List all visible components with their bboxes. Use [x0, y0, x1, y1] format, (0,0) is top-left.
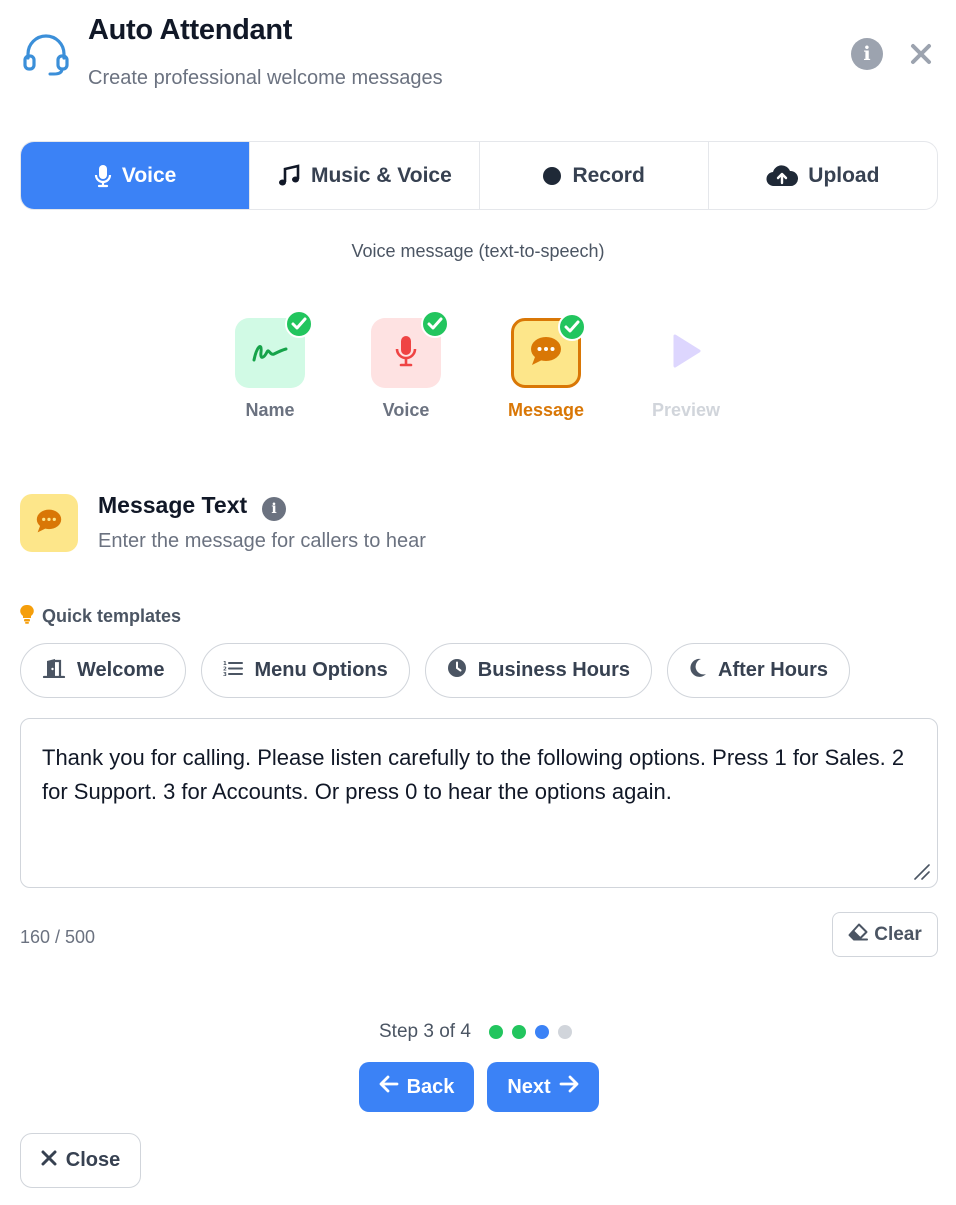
eraser-icon — [848, 923, 869, 947]
template-chips: Welcome 1 2 3 Menu Options Business Hour… — [20, 643, 851, 698]
step-message-tile — [511, 313, 586, 388]
next-label: Next — [507, 1075, 551, 1098]
signature-icon — [250, 336, 290, 371]
template-welcome-button[interactable]: Welcome — [20, 643, 187, 698]
tab-record-label: Record — [572, 163, 645, 187]
chat-bubble-icon — [529, 335, 563, 372]
template-after-hours-label: After Hours — [718, 659, 829, 681]
template-menu-options-button[interactable]: 1 2 3 Menu Options — [201, 643, 410, 698]
door-icon — [42, 658, 66, 684]
mode-tabs: Voice Music & Voice Record Upload — [20, 141, 938, 210]
message-text-input[interactable]: Thank you for calling. Please listen car… — [20, 718, 938, 888]
clock-icon — [447, 658, 467, 684]
moon-icon — [689, 658, 707, 684]
tab-record[interactable]: Record — [480, 142, 709, 209]
step-preview-label: Preview — [651, 400, 721, 420]
step-voice-label: Voice — [382, 400, 430, 420]
template-welcome-label: Welcome — [77, 659, 165, 681]
tab-upload[interactable]: Upload — [709, 142, 937, 209]
page-title: Auto Attendant — [88, 14, 293, 46]
step-name[interactable]: Name — [215, 310, 325, 421]
microphone-icon — [94, 164, 112, 188]
template-business-hours-button[interactable]: Business Hours — [424, 643, 653, 698]
step-preview-tile — [651, 318, 721, 388]
progress-dot — [557, 1025, 572, 1039]
quick-templates-label: Quick templates — [20, 604, 181, 629]
tab-music-voice[interactable]: Music & Voice — [250, 142, 480, 209]
lightbulb-icon — [20, 604, 34, 629]
mode-caption: Voice message (text-to-speech) — [351, 241, 605, 261]
tab-music-voice-label: Music & Voice — [310, 163, 452, 187]
clear-label: Clear — [874, 923, 922, 945]
record-dot-icon — [542, 166, 562, 186]
chat-bubble-icon — [35, 508, 63, 539]
step-voice[interactable]: Voice — [351, 310, 461, 421]
character-counter: 160 / 500 — [20, 927, 96, 947]
page-subtitle: Create professional welcome messages — [88, 67, 443, 89]
step-message-label: Message — [507, 400, 585, 420]
music-note-icon — [277, 163, 301, 188]
template-menu-options-label: Menu Options — [254, 659, 388, 681]
clear-button[interactable]: Clear — [832, 912, 938, 957]
headset-icon — [22, 34, 70, 78]
tab-voice-label: Voice — [121, 163, 177, 187]
resize-handle-icon[interactable] — [912, 862, 930, 880]
close-button[interactable]: Close — [20, 1133, 141, 1188]
template-business-hours-label: Business Hours — [477, 659, 631, 681]
svg-text:3: 3 — [223, 672, 227, 677]
section-icon — [20, 494, 78, 552]
back-button[interactable]: Back — [359, 1062, 474, 1112]
arrow-right-icon — [559, 1075, 579, 1099]
step-name-label: Name — [245, 400, 295, 420]
tab-upload-label: Upload — [808, 163, 880, 187]
progress-dot — [534, 1025, 549, 1039]
check-icon — [285, 310, 313, 338]
back-label: Back — [406, 1075, 455, 1098]
cloud-upload-icon — [766, 164, 799, 188]
quick-templates-text: Quick templates — [42, 606, 182, 626]
step-preview[interactable]: Preview — [631, 318, 741, 421]
play-icon — [669, 333, 703, 374]
section-title: Message Text — [98, 492, 248, 518]
tab-voice[interactable]: Voice — [21, 142, 251, 209]
step-voice-tile — [371, 310, 449, 388]
progress-dot — [511, 1025, 526, 1039]
info-icon[interactable]: i — [262, 497, 286, 521]
close-label: Close — [65, 1149, 121, 1171]
next-button[interactable]: Next — [487, 1062, 599, 1112]
arrow-left-icon — [379, 1075, 399, 1099]
close-icon[interactable] — [905, 38, 937, 70]
step-name-tile — [235, 310, 313, 388]
section-subtitle: Enter the message for callers to hear — [98, 530, 426, 552]
check-icon — [421, 310, 449, 338]
step-message[interactable]: Message — [491, 313, 601, 421]
close-icon — [41, 1149, 57, 1172]
info-icon[interactable]: i — [851, 38, 883, 70]
check-icon — [558, 313, 586, 341]
progress-dot — [488, 1025, 503, 1039]
progress-dots — [488, 1025, 572, 1039]
template-after-hours-button[interactable]: After Hours — [667, 643, 851, 698]
step-indicator-label: Step 3 of 4 — [379, 1021, 471, 1042]
step-indicator: Step 3 of 4 — [379, 1021, 572, 1043]
list-icon: 1 2 3 — [223, 659, 244, 683]
microphone-icon — [394, 334, 418, 373]
